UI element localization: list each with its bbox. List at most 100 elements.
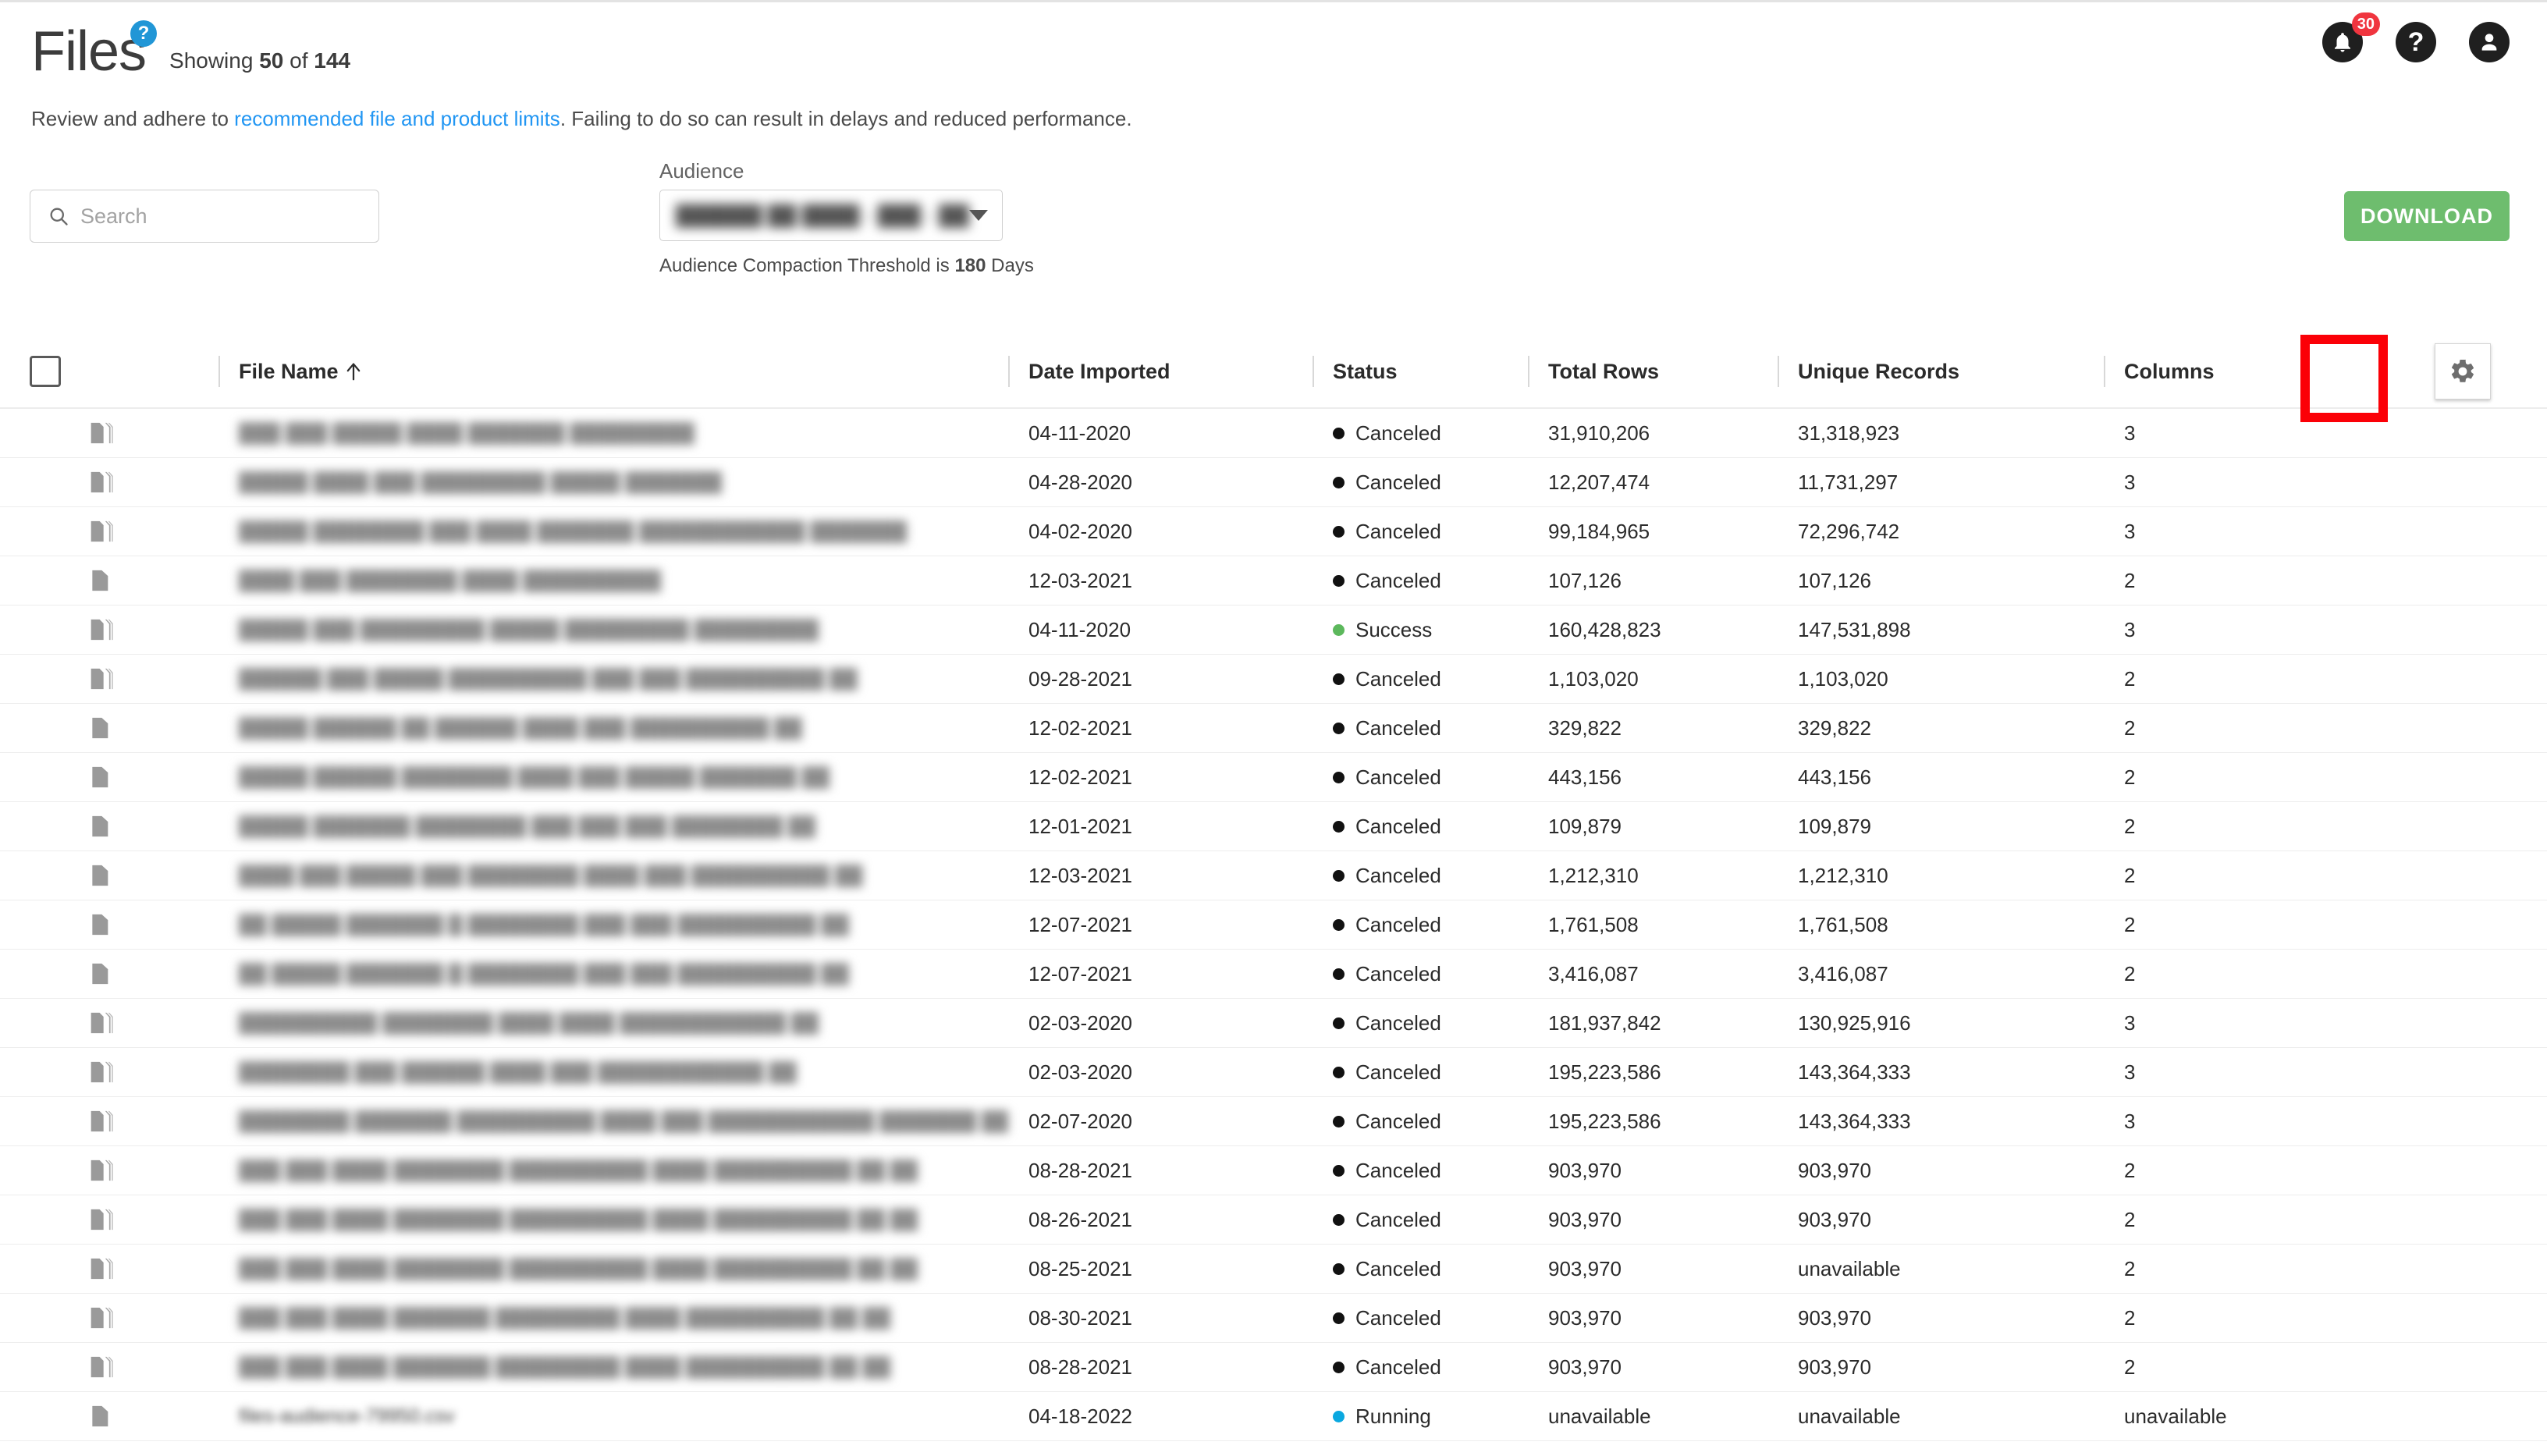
row-select-cell[interactable] <box>0 802 90 851</box>
download-button[interactable]: DOWNLOAD <box>2344 191 2510 241</box>
row-select-cell[interactable] <box>0 1048 90 1096</box>
table-row[interactable]: ███ ███ ████ ████████ ██████████ ████ ██… <box>0 1245 2547 1294</box>
cell-file-name[interactable]: ███ ███ █████ ████ ███████ █████████ <box>218 409 1008 457</box>
row-select-cell[interactable] <box>0 950 90 998</box>
status-dot-icon <box>1333 1262 1345 1275</box>
cell-file-name[interactable]: █████ ██████ ██ ██████ ████ ███ ████████… <box>218 704 1008 752</box>
help-button[interactable]: ? <box>2396 22 2436 62</box>
table-row[interactable]: ██████ ███ █████ ██████████ ███ ███ ████… <box>0 655 2547 704</box>
status-label: Canceled <box>1355 1207 1441 1231</box>
table-row[interactable]: ██ █████ ███████ █ ████████ ███ ███ ████… <box>0 950 2547 999</box>
row-select-cell[interactable] <box>0 900 90 949</box>
row-select-cell[interactable] <box>0 458 90 506</box>
cell-file-name[interactable]: █████ ████████ ███ ████ ███████ ████████… <box>218 507 1008 556</box>
cell-total-rows: 107,126 <box>1548 568 1622 592</box>
table-row[interactable]: ████ ███ ████████ ████ ██████████ 12-03-2… <box>0 556 2547 605</box>
cell-file-name[interactable]: ██ █████ ███████ █ ████████ ███ ███ ████… <box>218 900 1008 949</box>
row-actions-cell <box>2378 1343 2547 1391</box>
row-select-cell[interactable] <box>0 1146 90 1195</box>
column-header-unique-records[interactable]: Unique Records <box>1778 336 2104 407</box>
row-select-cell[interactable] <box>0 605 90 654</box>
cell-file-name[interactable]: ████ ███ █████ ███ ████████ ████ ███ ███… <box>218 851 1008 900</box>
table-row[interactable]: ███ ███ ████ ████████ ██████████ ████ ██… <box>0 1195 2547 1245</box>
search-input-wrapper[interactable]: Search <box>30 190 379 243</box>
cell-file-name[interactable]: ████ ███ ████████ ████ ██████████ <box>218 556 1008 605</box>
table-row[interactable]: ████████ ███████ ██████████ ████ ███ ███… <box>0 1097 2547 1146</box>
table-row[interactable]: █████ ███ █████████ █████ █████████ ████… <box>0 605 2547 655</box>
cell-file-name[interactable]: ███ ███ ████ ████████ ██████████ ████ ██… <box>218 1146 1008 1195</box>
row-actions-cell <box>2378 950 2547 998</box>
row-select-cell[interactable] <box>0 1294 90 1342</box>
file-type-icon <box>90 655 218 703</box>
row-select-cell[interactable] <box>0 409 90 457</box>
cell-file-name[interactable]: files-audience-79950.csv <box>218 1392 1008 1440</box>
table-row[interactable]: files-audience-79950.csv 04-18-2022 Runnin… <box>0 1392 2547 1441</box>
row-select-cell[interactable] <box>0 1195 90 1244</box>
cell-columns: 3 <box>2124 1010 2136 1035</box>
cell-file-name[interactable]: ███ ███ ████ ████████ ██████████ ████ ██… <box>218 1245 1008 1293</box>
table-row[interactable]: ███ ███ ████ ████████ ██████████ ████ ██… <box>0 1146 2547 1195</box>
cell-file-name[interactable]: ███ ███ ████ ████████ ██████████ ████ ██… <box>218 1195 1008 1244</box>
cell-unique-records: 443,156 <box>1798 765 1871 789</box>
audience-select[interactable]: ██████ ██ ████ - ███ - ███ ██ .. <box>659 190 1003 241</box>
table-settings-button[interactable] <box>2435 343 2491 400</box>
cell-file-name[interactable]: █████ ███████ ████████ ███ ███ ███ █████… <box>218 802 1008 851</box>
column-header-file-name[interactable]: File Name <box>218 336 1008 407</box>
help-badge-icon[interactable]: ? <box>130 20 158 47</box>
column-header-date-imported[interactable]: Date Imported <box>1008 336 1313 407</box>
cell-file-name[interactable]: █████ ████ ███ █████████ █████ ███████ <box>218 458 1008 506</box>
table-row[interactable]: ████ ███ █████ ███ ████████ ████ ███ ███… <box>0 851 2547 900</box>
row-select-cell[interactable] <box>0 999 90 1047</box>
table-row[interactable]: █████ ██████ ████████ ████ ███ █████ ███… <box>0 753 2547 802</box>
cell-file-name[interactable]: ██████████ ████████ ████ ████ ██████████… <box>218 999 1008 1047</box>
table-row[interactable]: ███ ███ █████ ████ ███████ █████████ 04-1… <box>0 409 2547 458</box>
column-header-total-rows[interactable]: Total Rows <box>1528 336 1778 407</box>
row-select-cell[interactable] <box>0 556 90 605</box>
cell-file-name[interactable]: ████████ ███████ ██████████ ████ ███ ███… <box>218 1097 1008 1145</box>
cell-date-imported: 12-03-2021 <box>1028 568 1132 592</box>
row-select-cell[interactable] <box>0 1245 90 1293</box>
question-mark-icon: ? <box>2407 27 2424 57</box>
table-row[interactable]: ███ ███ ████ ███████ █████████ ████ ████… <box>0 1294 2547 1343</box>
table-row[interactable]: ██████████ ████████ ████ ████ ██████████… <box>0 999 2547 1048</box>
cell-file-name[interactable]: ██ █████ ███████ █ ████████ ███ ███ ████… <box>218 950 1008 998</box>
row-select-cell[interactable] <box>0 704 90 752</box>
cell-total-rows: 12,207,474 <box>1548 470 1650 494</box>
table-row[interactable]: █████ ████ ███ █████████ █████ ███████ 04… <box>0 458 2547 507</box>
cell-file-name[interactable]: █████ ███ █████████ █████ █████████ ████… <box>218 605 1008 654</box>
row-select-cell[interactable] <box>0 753 90 801</box>
cell-file-name[interactable]: ████████ ███ ██████ ████ ███ ███████████… <box>218 1048 1008 1096</box>
row-select-cell[interactable] <box>0 507 90 556</box>
recommended-limits-link[interactable]: recommended file and product limits <box>234 107 560 130</box>
row-select-cell[interactable] <box>0 1343 90 1391</box>
row-select-cell[interactable] <box>0 1392 90 1440</box>
cell-file-name[interactable]: ██████ ███ █████ ██████████ ███ ███ ████… <box>218 655 1008 703</box>
row-actions-cell <box>2378 655 2547 703</box>
row-select-cell[interactable] <box>0 851 90 900</box>
row-select-cell[interactable] <box>0 655 90 703</box>
status-label: Canceled <box>1355 1109 1441 1133</box>
cell-file-name[interactable]: ███ ███ ████ ███████ █████████ ████ ████… <box>218 1343 1008 1391</box>
cell-total-rows: 903,970 <box>1548 1207 1622 1231</box>
table-row[interactable]: █████ ████████ ███ ████ ███████ ████████… <box>0 507 2547 556</box>
table-row[interactable]: █████ ██████ ██ ██████ ████ ███ ████████… <box>0 704 2547 753</box>
user-account-button[interactable] <box>2469 22 2510 62</box>
row-select-cell[interactable] <box>0 1097 90 1145</box>
cell-columns: 3 <box>2124 1060 2136 1084</box>
cell-file-name[interactable]: █████ ██████ ████████ ████ ███ █████ ███… <box>218 753 1008 801</box>
table-row[interactable]: ████████ ███ ██████ ████ ███ ███████████… <box>0 1048 2547 1097</box>
column-header-status[interactable]: Status <box>1313 336 1528 407</box>
cell-columns: 2 <box>2124 912 2136 936</box>
table-row[interactable]: ██ █████ ███████ █ ████████ ███ ███ ████… <box>0 900 2547 950</box>
notifications-button[interactable]: 30 <box>2322 12 2380 62</box>
cell-unique-records: 903,970 <box>1798 1305 1871 1330</box>
select-all-checkbox[interactable] <box>29 356 61 387</box>
cell-columns: 3 <box>2124 519 2136 543</box>
file-name-text: files-audience-79950.csv <box>239 1405 455 1427</box>
cell-file-name[interactable]: ███ ███ ████ ███████ █████████ ████ ████… <box>218 1294 1008 1342</box>
table-row[interactable]: █████ ███████ ████████ ███ ███ ███ █████… <box>0 802 2547 851</box>
table-row[interactable]: ███ ███ ████ ███████ █████████ ████ ████… <box>0 1343 2547 1392</box>
cell-total-rows: 1,103,020 <box>1548 666 1639 691</box>
cell-status: Canceled <box>1313 1048 1528 1096</box>
column-header-columns[interactable]: Columns <box>2104 336 2378 407</box>
